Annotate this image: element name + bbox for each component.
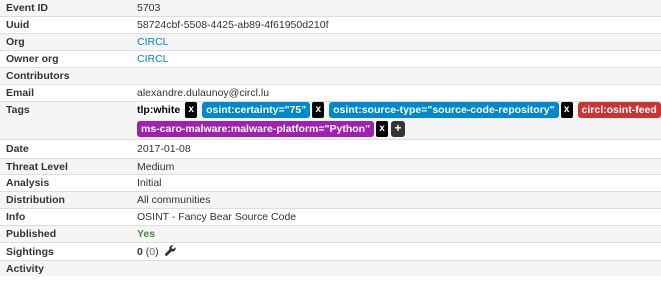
date-value: 2017-01-08 [131, 139, 661, 159]
remove-tag-button[interactable]: x [185, 102, 198, 118]
sightings-value: 0 (0) [131, 242, 661, 261]
sightings-label: Sightings [0, 242, 131, 261]
activity-label: Activity [0, 260, 131, 276]
distribution-label: Distribution [0, 191, 131, 209]
tags-label: Tags [0, 101, 131, 140]
row-activity: Activity [0, 260, 661, 276]
row-org: Org CIRCL [0, 33, 661, 51]
analysis-value: Initial [131, 174, 661, 192]
tag-line: tlp:white x osint:certainty="75" x osint:s… [137, 102, 661, 120]
org-label: Org [0, 33, 131, 51]
tag-malware-platform[interactable]: ms-caro-malware:malware-platform="Python… [137, 121, 375, 137]
row-uuid: Uuid 58724cbf-5508-4425-ab89-4f61950d210… [0, 16, 661, 34]
tag-osint-certainty[interactable]: osint:certainty="75" [202, 102, 311, 118]
event-id-value: 5703 [131, 0, 661, 17]
threat-level-value: Medium [131, 158, 661, 175]
tag-tlp-white[interactable]: tlp:white [137, 102, 184, 118]
published-value: Yes [131, 225, 661, 243]
published-label: Published [0, 225, 131, 243]
remove-tag-button[interactable]: x [376, 121, 389, 137]
tag-circl-osint-feed[interactable]: circl:osint-feed [577, 102, 661, 118]
tag-osint-source-type[interactable]: osint:source-type="source-code-repositor… [329, 102, 559, 118]
row-analysis: Analysis Initial [0, 174, 661, 192]
remove-tag-button[interactable]: x [560, 102, 573, 118]
sightings-close-paren: ) [155, 245, 159, 258]
row-contributors: Contributors [0, 67, 661, 85]
row-threat-level: Threat Level Medium [0, 158, 661, 175]
contributors-label: Contributors [0, 67, 131, 85]
event-metadata-table: Event ID 5703 Uuid 58724cbf-5508-4425-ab… [0, 0, 661, 276]
email-value: alexandre.dulaunoy@circl.lu [131, 84, 661, 102]
uuid-value: 58724cbf-5508-4425-ab89-4f61950d210f [131, 16, 661, 34]
row-event-id: Event ID 5703 [0, 0, 661, 17]
email-label: Email [0, 84, 131, 102]
add-tag-button[interactable]: + [391, 121, 406, 137]
sightings-count: 0 [137, 245, 143, 258]
row-date: Date 2017-01-08 [0, 139, 661, 159]
tag-list: tlp:white x osint:certainty="75" x osint:s… [131, 101, 661, 140]
threat-level-label: Threat Level [0, 158, 131, 175]
row-owner-org: Owner org CIRCL [0, 50, 661, 68]
row-info: Info OSINT - Fancy Bear Source Code [0, 208, 661, 226]
distribution-value: All communities [131, 191, 661, 209]
wrench-icon[interactable] [164, 244, 176, 259]
row-sightings: Sightings 0 (0) [0, 242, 661, 261]
tag-line: ms-caro-malware:malware-platform="Python… [137, 121, 655, 139]
analysis-label: Analysis [0, 174, 131, 192]
org-link[interactable]: CIRCL [137, 36, 169, 48]
wrench-icon-glyph [164, 244, 176, 256]
contributors-value [131, 67, 661, 85]
info-value: OSINT - Fancy Bear Source Code [131, 208, 661, 226]
remove-tag-button[interactable]: x [312, 102, 325, 118]
row-distribution: Distribution All communities [0, 191, 661, 209]
event-id-label: Event ID [0, 0, 131, 17]
row-tags: Tags tlp:white x osint:certainty="75" x os… [0, 101, 661, 140]
info-label: Info [0, 208, 131, 226]
row-published: Published Yes [0, 225, 661, 243]
uuid-label: Uuid [0, 16, 131, 34]
date-label: Date [0, 139, 131, 159]
owner-org-label: Owner org [0, 50, 131, 68]
activity-value [131, 260, 661, 276]
owner-org-link[interactable]: CIRCL [137, 53, 169, 65]
row-email: Email alexandre.dulaunoy@circl.lu [0, 84, 661, 102]
